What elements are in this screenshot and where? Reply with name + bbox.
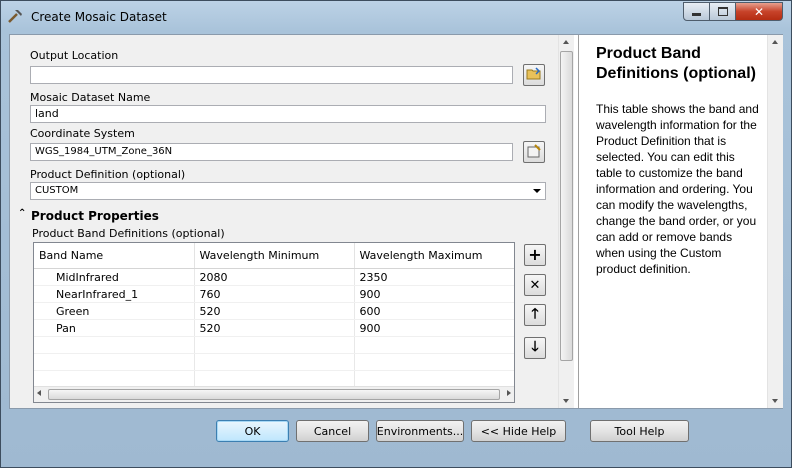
empty-table-row[interactable] (34, 370, 514, 388)
minimize-icon (692, 13, 701, 16)
band-name-cell[interactable]: Pan (34, 319, 195, 337)
horizontal-scrollbar[interactable] (34, 386, 514, 402)
tool-help-button[interactable]: Tool Help (590, 420, 689, 442)
column-header[interactable]: Band Name (34, 243, 195, 269)
product-definition-value: CUSTOM (35, 185, 79, 196)
table-row[interactable]: Pan 520 900 (34, 319, 514, 337)
hammer-icon (7, 7, 25, 25)
dialog-window: Create Mosaic Dataset ✕ Output Location … (0, 0, 792, 468)
empty-table-row[interactable] (34, 336, 514, 354)
scroll-down-icon[interactable] (563, 399, 569, 403)
add-icon: + (528, 245, 542, 264)
output-location-browse-button[interactable] (523, 64, 545, 86)
minimize-button[interactable] (683, 2, 710, 21)
help-panel: Product Band Definitions (optional) This… (578, 35, 783, 408)
collapse-chevron-icon[interactable]: ⌃ (18, 208, 26, 219)
environments-button[interactable]: Environments... (376, 420, 464, 442)
band-name-cell[interactable]: NearInfrared_1 (34, 285, 195, 303)
column-header[interactable]: Wavelength Minimum (194, 243, 355, 269)
move-up-button[interactable]: 🡑 (524, 304, 546, 326)
table-header-row: Band Name Wavelength Minimum Wavelength … (34, 243, 514, 269)
maximize-icon (717, 7, 728, 16)
wavelength-min-cell[interactable]: 520 (194, 302, 355, 320)
column-header[interactable]: Wavelength Maximum (354, 243, 514, 269)
wavelength-min-cell[interactable]: 2080 (194, 268, 355, 286)
help-text: This table shows the band and wavelength… (596, 102, 759, 276)
scroll-up-icon[interactable] (563, 40, 569, 44)
mosaic-name-input[interactable]: land (30, 105, 546, 123)
band-definitions-table[interactable]: Band Name Wavelength Minimum Wavelength … (33, 242, 515, 403)
add-row-button[interactable]: + (524, 244, 546, 266)
folder-icon (526, 66, 542, 84)
dialog-client-area: Output Location Mosaic Dataset Name land… (9, 34, 783, 409)
output-location-input[interactable] (30, 66, 513, 84)
help-title: Product Band Definitions (optional) (596, 45, 756, 82)
wavelength-min-cell[interactable]: 760 (194, 285, 355, 303)
remove-row-button[interactable]: ✕ (524, 274, 546, 296)
scroll-right-icon[interactable] (507, 390, 511, 396)
cancel-button[interactable]: Cancel (296, 420, 369, 442)
chevron-down-icon (533, 189, 541, 193)
mosaic-name-label: Mosaic Dataset Name (30, 91, 151, 104)
move-down-button[interactable]: 🡓 (524, 337, 546, 359)
scroll-up-icon[interactable] (772, 40, 778, 44)
window-title: Create Mosaic Dataset (31, 10, 167, 24)
product-definition-select[interactable]: CUSTOM (30, 182, 546, 200)
ok-button[interactable]: OK (216, 420, 289, 442)
coordinate-system-input[interactable]: WGS_1984_UTM_Zone_36N (30, 143, 513, 161)
table-row[interactable]: Green 520 600 (34, 302, 514, 320)
maximize-button[interactable] (710, 2, 736, 21)
properties-icon (526, 143, 542, 161)
band-name-cell[interactable]: Green (34, 302, 195, 320)
help-vertical-scrollbar[interactable] (767, 35, 783, 408)
parameters-vertical-scrollbar[interactable] (558, 35, 574, 408)
wavelength-max-cell[interactable]: 900 (354, 319, 514, 337)
horizontal-scroll-thumb[interactable] (48, 389, 500, 400)
wavelength-min-cell[interactable]: 520 (194, 319, 355, 337)
scroll-down-icon[interactable] (772, 399, 778, 403)
band-definitions-label: Product Band Definitions (optional) (32, 227, 225, 240)
wavelength-max-cell[interactable]: 2350 (354, 268, 514, 286)
vertical-scroll-thumb[interactable] (560, 51, 573, 361)
product-definition-label: Product Definition (optional) (30, 168, 186, 181)
coordinate-system-button[interactable] (523, 141, 545, 163)
move-up-icon: 🡑 (531, 306, 539, 322)
band-name-cell[interactable]: MidInfrared (34, 268, 195, 286)
empty-table-row[interactable] (34, 353, 514, 371)
title-bar: Create Mosaic Dataset ✕ (1, 1, 791, 33)
move-down-icon: 🡓 (531, 339, 539, 355)
scroll-left-icon[interactable] (37, 390, 41, 396)
close-button[interactable]: ✕ (736, 2, 783, 21)
parameters-panel: Output Location Mosaic Dataset Name land… (10, 35, 574, 408)
product-properties-heading: Product Properties (31, 209, 159, 223)
hide-help-button[interactable]: << Hide Help (471, 420, 566, 442)
output-location-label: Output Location (30, 49, 119, 62)
close-icon: ✕ (753, 4, 765, 19)
wavelength-max-cell[interactable]: 900 (354, 285, 514, 303)
table-row[interactable]: MidInfrared 2080 2350 (34, 268, 514, 286)
wavelength-max-cell[interactable]: 600 (354, 302, 514, 320)
table-row[interactable]: NearInfrared_1 760 900 (34, 285, 514, 303)
remove-icon: ✕ (529, 277, 541, 293)
coordinate-system-label: Coordinate System (30, 127, 135, 140)
